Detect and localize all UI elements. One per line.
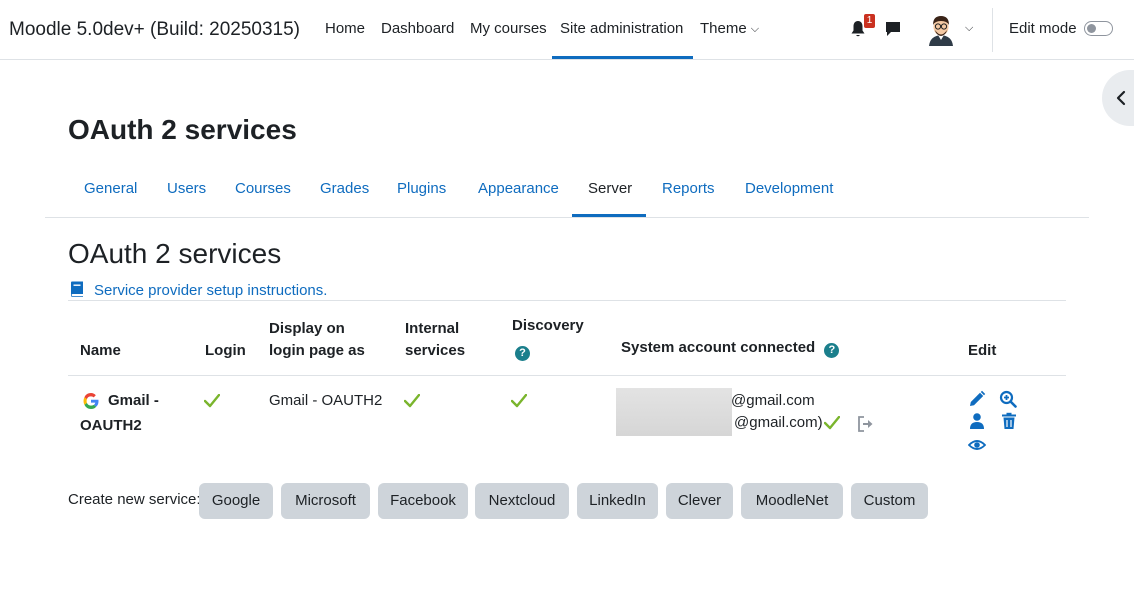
account-email-line1: @gmail.com bbox=[731, 392, 815, 409]
check-icon bbox=[204, 394, 220, 408]
chevron-left-icon[interactable] bbox=[1113, 89, 1129, 107]
create-nextcloud-button[interactable]: Nextcloud bbox=[475, 483, 569, 519]
service-name-line2: OAUTH2 bbox=[80, 417, 142, 434]
header-display-line2: login page as bbox=[269, 342, 365, 359]
header-name: Name bbox=[80, 342, 121, 359]
nav-theme-label: Theme bbox=[700, 20, 747, 37]
header-system-account-label: System account connected bbox=[621, 339, 816, 356]
book-icon bbox=[71, 281, 83, 297]
notification-count-badge: 1 bbox=[864, 14, 875, 28]
nav-home[interactable]: Home bbox=[325, 20, 365, 37]
header-discovery: Discovery bbox=[512, 317, 584, 334]
create-clever-button[interactable]: Clever bbox=[666, 483, 733, 519]
header-internal-line1: Internal bbox=[405, 320, 460, 337]
create-linkedin-button[interactable]: LinkedIn bbox=[577, 483, 658, 519]
eye-icon[interactable] bbox=[968, 436, 986, 454]
trash-icon[interactable] bbox=[1000, 412, 1018, 430]
question-circle-icon[interactable]: ? bbox=[824, 343, 840, 358]
admin-tabs: General Users Courses Grades Plugins App… bbox=[45, 170, 1089, 218]
pencil-icon[interactable] bbox=[968, 390, 986, 408]
check-icon bbox=[824, 416, 840, 430]
tab-users[interactable]: Users bbox=[167, 180, 206, 197]
header-login: Login bbox=[205, 342, 246, 359]
redacted-account-name bbox=[616, 388, 732, 436]
tab-reports[interactable]: Reports bbox=[662, 180, 715, 197]
site-name[interactable]: Moodle 5.0dev+ (Build: 20250315) bbox=[9, 19, 300, 41]
nav-dashboard[interactable]: Dashboard bbox=[381, 20, 454, 37]
display-as-value: Gmail - OAUTH2 bbox=[269, 392, 383, 409]
setup-instructions-link[interactable]: Service provider setup instructions. bbox=[70, 281, 327, 299]
top-navbar: Moodle 5.0dev+ (Build: 20250315) Home Da… bbox=[0, 0, 1134, 60]
create-custom-button[interactable]: Custom bbox=[851, 483, 928, 519]
user-icon[interactable] bbox=[968, 412, 986, 430]
create-moodlenet-button[interactable]: MoodleNet bbox=[741, 483, 843, 519]
chat-icon[interactable] bbox=[885, 21, 901, 37]
service-name-line1: Gmail - bbox=[108, 392, 159, 409]
avatar[interactable] bbox=[924, 12, 958, 46]
tab-server[interactable]: Server bbox=[588, 180, 632, 197]
header-system-account: System account connected ? bbox=[621, 337, 840, 359]
google-icon bbox=[83, 393, 99, 409]
create-new-service-label: Create new service: bbox=[68, 491, 201, 508]
section-heading: OAuth 2 services bbox=[68, 238, 282, 269]
table-top-border bbox=[68, 300, 1066, 301]
toggle-knob bbox=[1087, 24, 1096, 33]
question-circle-icon: ? bbox=[515, 346, 530, 361]
check-icon bbox=[404, 394, 420, 408]
user-menu-chevron-icon[interactable]: ⌵ bbox=[965, 22, 973, 35]
page-title: OAuth 2 services bbox=[68, 114, 297, 145]
header-edit: Edit bbox=[968, 342, 997, 359]
nav-theme[interactable]: Theme ⌵ bbox=[700, 20, 759, 37]
check-icon bbox=[511, 394, 527, 408]
header-internal-line2: services bbox=[405, 342, 466, 359]
create-microsoft-button[interactable]: Microsoft bbox=[281, 483, 370, 519]
sign-out-icon[interactable] bbox=[857, 415, 875, 433]
tab-general[interactable]: General bbox=[84, 180, 137, 197]
header-display-line1: Display on bbox=[269, 320, 345, 337]
active-nav-indicator bbox=[552, 56, 693, 59]
edit-mode-label: Edit mode bbox=[1009, 20, 1077, 37]
edit-mode-toggle[interactable] bbox=[1084, 21, 1113, 36]
tab-courses[interactable]: Courses bbox=[235, 180, 291, 197]
create-google-button[interactable]: Google bbox=[199, 483, 273, 519]
active-tab-indicator bbox=[572, 214, 646, 217]
tab-grades[interactable]: Grades bbox=[320, 180, 369, 197]
magnifier-plus-icon[interactable] bbox=[999, 390, 1017, 408]
tab-appearance[interactable]: Appearance bbox=[478, 180, 559, 197]
nav-site-administration[interactable]: Site administration bbox=[560, 20, 683, 37]
table-header-border bbox=[68, 375, 1066, 376]
chevron-down-icon: ⌵ bbox=[750, 23, 760, 35]
tab-development[interactable]: Development bbox=[745, 180, 833, 197]
setup-instructions-label: Service provider setup instructions. bbox=[94, 282, 328, 299]
account-email-line2: @gmail.com) bbox=[734, 414, 823, 431]
tab-plugins[interactable]: Plugins bbox=[397, 180, 446, 197]
discovery-help-icon[interactable]: ? bbox=[515, 340, 530, 362]
navbar-divider bbox=[992, 8, 993, 52]
nav-my-courses[interactable]: My courses bbox=[470, 20, 547, 37]
create-facebook-button[interactable]: Facebook bbox=[378, 483, 468, 519]
